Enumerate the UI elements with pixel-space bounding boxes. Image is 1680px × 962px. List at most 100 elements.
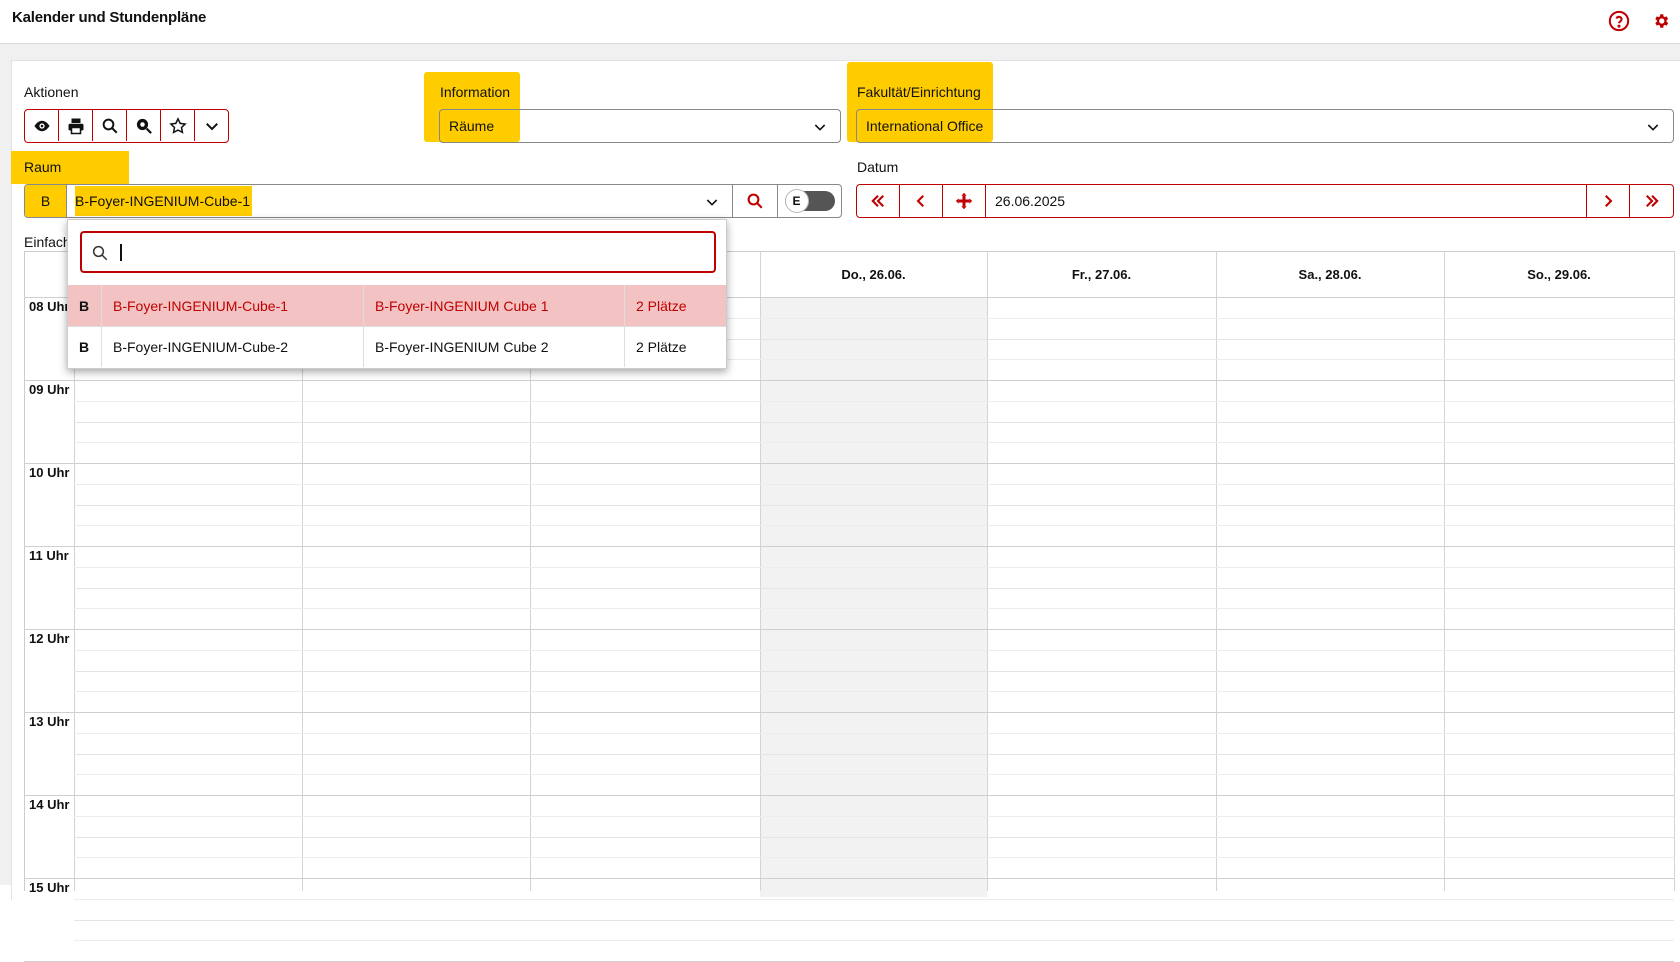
option-prefix: B	[68, 327, 102, 367]
search-icon	[92, 245, 108, 261]
room-search-button[interactable]	[733, 185, 777, 217]
day-header-sun: So., 29.06.	[1527, 266, 1591, 282]
grid-row-line	[74, 920, 1674, 921]
hour-label: 08 Uhr	[29, 299, 70, 314]
chevron-double-left-icon	[871, 195, 884, 207]
date-navigation: 26.06.2025	[856, 184, 1674, 218]
information-select[interactable]: Räume	[439, 109, 841, 143]
next-day-button[interactable]	[1587, 185, 1630, 217]
chevron-down-icon	[1647, 124, 1659, 131]
text-cursor	[120, 244, 122, 261]
day-header-fri: Fr., 27.06.	[1071, 266, 1132, 282]
grid-row-line	[24, 629, 1674, 630]
printer-icon	[68, 118, 83, 134]
grid-row-line	[24, 546, 1674, 547]
previous-week-button[interactable]	[857, 185, 900, 217]
star-icon	[168, 116, 187, 134]
chevron-right-icon	[1605, 195, 1613, 207]
room-prefix: B	[25, 185, 67, 217]
grid-row-line	[74, 484, 1674, 485]
gear-icon[interactable]	[1652, 12, 1670, 30]
grid-row-line	[74, 857, 1674, 858]
zoom-search-icon	[136, 118, 152, 134]
eye-icon	[34, 120, 49, 131]
toggle-knob: E	[784, 189, 809, 213]
today-button[interactable]	[943, 185, 986, 217]
dropdown-search-input[interactable]	[80, 231, 716, 273]
grid-row-line	[24, 795, 1674, 796]
view-mode-label: Einfach	[24, 234, 71, 250]
grid-row-line	[74, 525, 1674, 526]
day-header-thu: Do., 26.06.	[841, 266, 906, 282]
view-button[interactable]	[25, 110, 59, 141]
room-dropdown: B B-Foyer-INGENIUM-Cube-1 B-Foyer-INGENI…	[67, 219, 727, 369]
grid-row-line	[74, 401, 1674, 402]
actions-label: Aktionen	[24, 84, 79, 100]
chevron-left-icon	[916, 195, 924, 207]
grid-row-line	[74, 422, 1674, 423]
crosshair-arrows-icon	[955, 192, 973, 210]
grid-row-line	[74, 442, 1674, 443]
page-title: Kalender und Stundenpläne	[12, 9, 207, 26]
information-value: Räume	[449, 112, 495, 140]
grid-row-line	[74, 650, 1674, 651]
option-name: B-Foyer-INGENIUM Cube 2	[364, 327, 625, 367]
grid-row-line	[24, 712, 1674, 713]
room-label: Raum	[24, 159, 62, 175]
grid-row-line	[24, 878, 1674, 879]
grid-row-line	[24, 463, 1674, 464]
option-capacity: 2 Plätze	[636, 339, 687, 355]
option-name: B-Foyer-INGENIUM Cube 1	[364, 285, 625, 326]
grid-row-line	[74, 733, 1674, 734]
grid-row-line	[74, 940, 1674, 941]
grid-row-line	[74, 899, 1674, 900]
option-code: B-Foyer-INGENIUM-Cube-1	[102, 285, 364, 326]
hour-label: 10 Uhr	[29, 465, 70, 480]
grid-row-line	[74, 774, 1674, 775]
faculty-select[interactable]: International Office	[856, 109, 1674, 143]
grid-row-line	[74, 754, 1674, 755]
previous-day-button[interactable]	[900, 185, 943, 217]
next-week-button[interactable]	[1630, 185, 1673, 217]
grid-row-line	[24, 380, 1674, 381]
day-header-sat: Sa., 28.06.	[1298, 266, 1362, 282]
hour-label: 14 Uhr	[29, 797, 70, 812]
date-label: Datum	[857, 159, 899, 175]
search-button[interactable]	[93, 110, 127, 141]
help-circle-icon[interactable]	[1608, 10, 1630, 32]
date-value[interactable]: 26.06.2025	[986, 185, 1587, 217]
dropdown-option[interactable]: B B-Foyer-INGENIUM-Cube-2 B-Foyer-INGENI…	[68, 326, 726, 367]
room-value: B-Foyer-INGENIUM-Cube-1	[75, 186, 253, 216]
chevron-down-icon	[814, 124, 826, 131]
faculty-label: Fakultät/Einrichtung	[857, 84, 981, 100]
grid-row-line	[74, 505, 1674, 506]
grid-row-line	[74, 588, 1674, 589]
room-toggle[interactable]: E	[784, 189, 835, 213]
favorite-button[interactable]	[161, 110, 195, 141]
actions-button-group	[24, 109, 229, 143]
grid-row-line	[74, 816, 1674, 817]
information-label: Information	[440, 84, 511, 100]
search-icon	[102, 118, 117, 133]
more-button[interactable]	[195, 110, 228, 141]
dropdown-option[interactable]: B B-Foyer-INGENIUM-Cube-1 B-Foyer-INGENI…	[68, 285, 726, 326]
grid-row-line	[74, 691, 1674, 692]
hour-label: 09 Uhr	[29, 382, 70, 397]
room-select[interactable]: B-Foyer-INGENIUM-Cube-1	[67, 185, 733, 217]
option-prefix: B	[68, 285, 102, 326]
chevron-double-right-icon	[1645, 195, 1659, 207]
search-icon	[747, 193, 763, 209]
grid-row-line	[74, 837, 1674, 838]
faculty-value: International Office	[866, 118, 984, 134]
option-capacity: 2 Plätze	[636, 297, 687, 314]
grid-row-line	[74, 567, 1674, 568]
chevron-down-icon	[205, 122, 218, 130]
room-field: B B-Foyer-INGENIUM-Cube-1 E	[24, 184, 842, 218]
hour-label: 13 Uhr	[29, 714, 70, 729]
print-button[interactable]	[59, 110, 93, 141]
hour-label: 15 Uhr	[29, 880, 70, 895]
advanced-search-button[interactable]	[127, 110, 161, 141]
hour-label: 12 Uhr	[29, 631, 70, 646]
room-toggle-container: E	[777, 185, 841, 217]
chevron-down-icon	[706, 199, 718, 206]
